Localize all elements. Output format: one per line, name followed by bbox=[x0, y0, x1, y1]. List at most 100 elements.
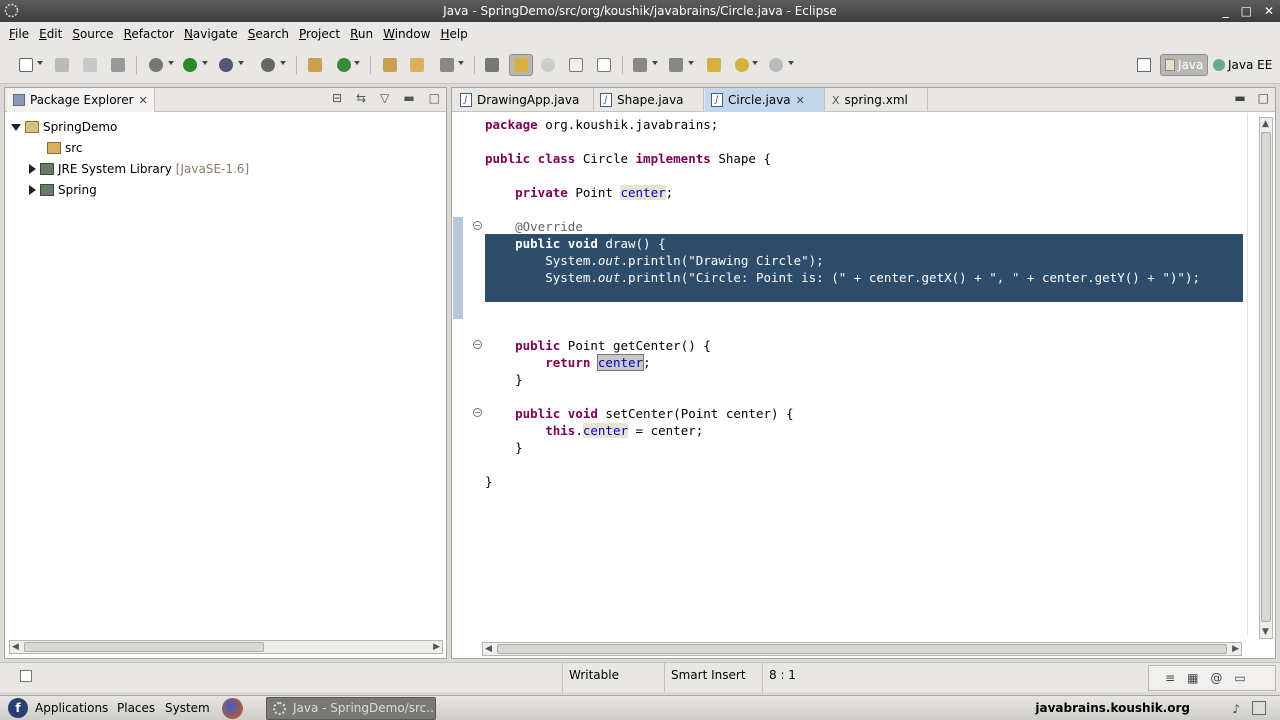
scroll-thumb[interactable] bbox=[24, 642, 264, 652]
expand-arrow-icon[interactable] bbox=[11, 123, 21, 131]
run-external-icon[interactable] bbox=[216, 55, 236, 75]
search-icon[interactable] bbox=[437, 55, 457, 75]
new-class-icon[interactable] bbox=[334, 55, 354, 75]
forward-icon[interactable] bbox=[766, 55, 786, 75]
code-line-15: return center; bbox=[545, 354, 651, 371]
java-file-icon: J bbox=[711, 93, 723, 107]
java-perspective-button[interactable]: Java bbox=[1160, 54, 1208, 76]
link-with-editor-icon[interactable]: ⇆ bbox=[356, 91, 366, 105]
javaee-perspective-button[interactable]: Java EE bbox=[1213, 54, 1272, 76]
volume-icon[interactable]: ♪ bbox=[1232, 702, 1240, 716]
previous-annotation-icon[interactable] bbox=[666, 55, 686, 75]
coverage-icon[interactable] bbox=[258, 55, 278, 75]
applications-menu[interactable]: Applications bbox=[35, 696, 108, 720]
menu-navigate[interactable]: Navigate bbox=[179, 22, 243, 46]
scroll-left-icon[interactable]: ◀ bbox=[12, 642, 19, 652]
tree-item-project[interactable]: SpringDemo bbox=[11, 117, 117, 137]
editor-vertical-scrollbar[interactable]: ▲ ▼ bbox=[1259, 117, 1273, 639]
system-menu[interactable]: System bbox=[165, 696, 210, 720]
minimize-button[interactable]: _ bbox=[1223, 0, 1229, 22]
close-icon[interactable]: ✕ bbox=[139, 94, 148, 107]
last-edit-location-icon[interactable] bbox=[704, 55, 724, 75]
problems-icon[interactable]: ▦ bbox=[1187, 671, 1198, 685]
fold-toggle-icon[interactable]: − bbox=[473, 221, 482, 230]
toggle-breadcrumb-icon[interactable] bbox=[538, 55, 558, 75]
collapsed-arrow-icon[interactable] bbox=[29, 185, 36, 195]
network-icon[interactable] bbox=[1252, 701, 1266, 715]
outline-icon[interactable]: ≡ bbox=[1165, 671, 1175, 685]
view-menu-icon[interactable]: ▽ bbox=[380, 91, 389, 105]
close-button[interactable]: ✕ bbox=[1264, 0, 1274, 22]
menu-project[interactable]: Project bbox=[294, 22, 345, 46]
maximize-editor-icon[interactable]: □ bbox=[1258, 91, 1269, 105]
scroll-thumb[interactable] bbox=[497, 644, 1227, 654]
javadoc-icon[interactable]: @ bbox=[1210, 671, 1222, 685]
menu-window[interactable]: Window bbox=[378, 22, 435, 46]
code-line-18: public void setCenter(Point center) { bbox=[515, 406, 794, 421]
tab-drawingapp-label: DrawingApp.java bbox=[477, 93, 580, 107]
menu-run[interactable]: Run bbox=[345, 22, 378, 46]
maximize-button[interactable]: □ bbox=[1241, 0, 1252, 22]
save-icon[interactable] bbox=[52, 55, 72, 75]
editor-horizontal-scrollbar[interactable]: ◀ ▶ bbox=[482, 642, 1242, 656]
src-label: src bbox=[65, 141, 83, 155]
tree-item-src[interactable]: src bbox=[47, 138, 83, 158]
fold-toggle-icon[interactable]: − bbox=[473, 408, 482, 417]
fedora-logo-icon[interactable]: f bbox=[8, 698, 28, 718]
package-explorer-horizontal-scrollbar[interactable]: ◀ ▶ bbox=[9, 640, 443, 654]
declaration-icon[interactable]: ▭ bbox=[1234, 671, 1245, 685]
open-type-icon[interactable] bbox=[380, 55, 400, 75]
package-explorer-tab[interactable]: Package Explorer ✕ bbox=[7, 88, 155, 112]
scroll-left-icon[interactable]: ◀ bbox=[485, 644, 492, 654]
open-resource-icon[interactable] bbox=[407, 55, 427, 75]
package-explorer-icon bbox=[13, 94, 25, 106]
minimize-view-icon[interactable]: ▬ bbox=[403, 91, 414, 105]
editor-tab-bar: J DrawingApp.java J Shape.java J Circle.… bbox=[452, 88, 1275, 112]
back-icon[interactable] bbox=[732, 55, 752, 75]
tab-spring-xml[interactable]: X spring.xml bbox=[826, 88, 928, 112]
scroll-right-icon[interactable]: ▶ bbox=[433, 642, 440, 652]
menu-edit[interactable]: Edit bbox=[34, 22, 67, 46]
places-menu[interactable]: Places bbox=[117, 696, 155, 720]
next-annotation-icon[interactable] bbox=[482, 55, 502, 75]
menu-help[interactable]: Help bbox=[435, 22, 472, 46]
show-whitespace-icon[interactable] bbox=[594, 55, 614, 75]
toggle-mark-occurrences-icon[interactable] bbox=[509, 54, 533, 76]
next-edit-location-icon[interactable] bbox=[630, 55, 650, 75]
scroll-thumb[interactable] bbox=[1261, 132, 1271, 622]
menu-refactor[interactable]: Refactor bbox=[119, 22, 179, 46]
debug-settings-icon[interactable] bbox=[146, 55, 166, 75]
tab-shape[interactable]: J Shape.java bbox=[594, 88, 704, 112]
fold-toggle-icon[interactable]: − bbox=[473, 340, 482, 349]
overview-ruler[interactable] bbox=[1247, 113, 1259, 635]
collapse-all-icon[interactable]: ⊟ bbox=[332, 91, 342, 105]
block-selection-icon[interactable] bbox=[566, 55, 586, 75]
menu-search[interactable]: Search bbox=[243, 22, 294, 46]
menu-file[interactable]: File bbox=[4, 22, 34, 46]
scroll-up-icon[interactable]: ▲ bbox=[1262, 119, 1269, 129]
scroll-right-icon[interactable]: ▶ bbox=[1232, 644, 1239, 654]
tree-item-jre[interactable]: JRE System Library [JavaSE-1.6] bbox=[29, 159, 249, 179]
menu-source[interactable]: Source bbox=[67, 22, 118, 46]
scroll-down-icon[interactable]: ▼ bbox=[1262, 627, 1269, 637]
open-perspective-icon[interactable] bbox=[1137, 58, 1151, 72]
save-all-icon[interactable] bbox=[80, 55, 100, 75]
new-package-icon[interactable] bbox=[305, 55, 325, 75]
close-icon[interactable]: ✕ bbox=[796, 94, 805, 107]
code-editor[interactable]: − − − package org.koushik.javabrains; pu… bbox=[452, 113, 1244, 635]
tree-item-spring[interactable]: Spring bbox=[29, 180, 97, 200]
taskbar-window-button[interactable]: Java - SpringDemo/src... bbox=[266, 697, 436, 720]
print-icon[interactable] bbox=[108, 55, 128, 75]
code-line-20: } bbox=[515, 440, 523, 455]
minimize-editor-icon[interactable]: ▬ bbox=[1234, 91, 1245, 105]
collapsed-arrow-icon[interactable] bbox=[29, 164, 36, 174]
firefox-icon[interactable] bbox=[222, 698, 243, 719]
fast-view-icon[interactable] bbox=[20, 670, 32, 682]
maximize-view-icon[interactable]: □ bbox=[429, 91, 440, 105]
tab-circle[interactable]: J Circle.java ✕ bbox=[705, 88, 825, 112]
tab-drawingapp[interactable]: J DrawingApp.java bbox=[454, 88, 594, 112]
new-icon[interactable] bbox=[16, 55, 36, 75]
code-line-14: public Point getCenter() { bbox=[515, 338, 711, 353]
run-icon[interactable] bbox=[180, 55, 200, 75]
package-explorer-title: Package Explorer bbox=[30, 93, 134, 107]
